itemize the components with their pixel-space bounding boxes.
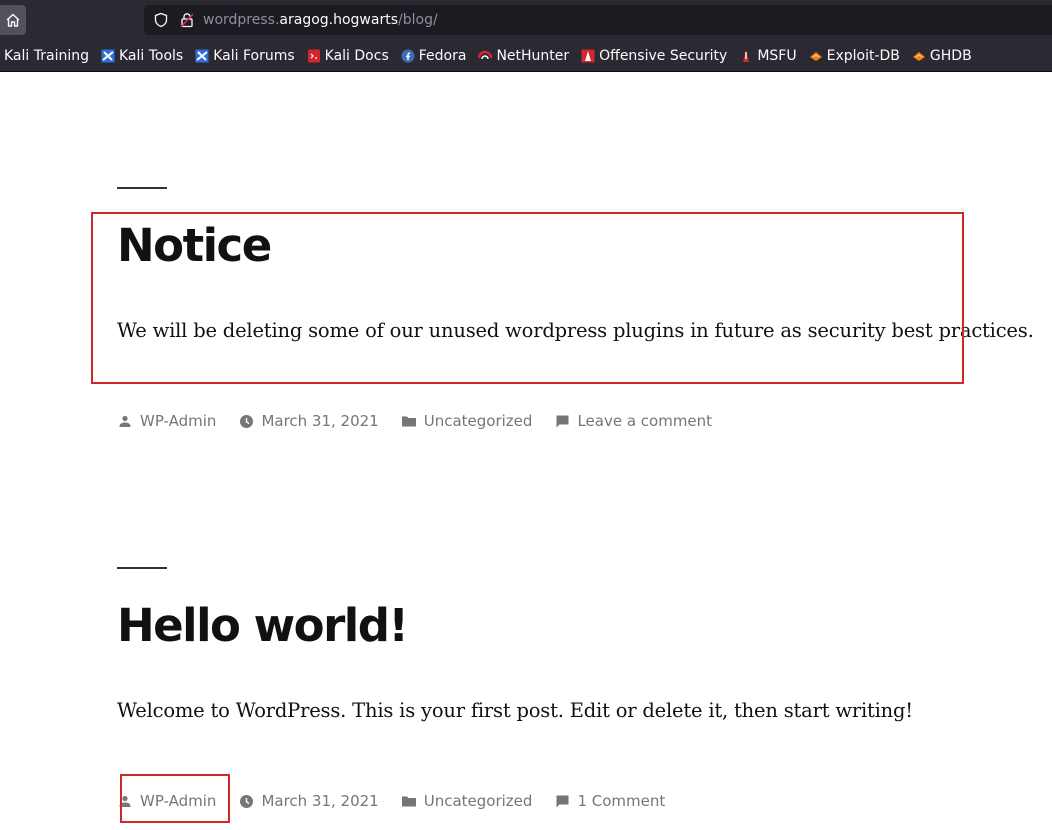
post-author: WP-Admin: [117, 412, 216, 430]
nethunter-icon: [478, 49, 493, 63]
bookmark-label: Kali Forums: [213, 48, 295, 64]
bookmarks-toolbar: Kali Training Kali Tools Kali Forums Kal…: [0, 41, 1052, 72]
post-separator: [117, 187, 167, 189]
post-author: WP-Admin: [117, 792, 216, 810]
insecure-lock-icon[interactable]: [179, 12, 195, 28]
bookmark-kali-training[interactable]: Kali Training: [4, 48, 89, 64]
bookmark-kali-tools[interactable]: Kali Tools: [101, 48, 183, 64]
comment-link[interactable]: 1 Comment: [577, 792, 665, 810]
post-separator: [117, 567, 167, 569]
comment-link[interactable]: Leave a comment: [577, 412, 712, 430]
person-icon: [117, 793, 133, 809]
url-prefix: wordpress.: [203, 12, 280, 28]
address-bar[interactable]: wordpress.aragog.hogwarts/blog/: [144, 5, 1052, 35]
post-title[interactable]: Hello world!: [117, 603, 977, 648]
folder-icon: [401, 413, 417, 429]
bookmark-label: Kali Tools: [118, 48, 184, 64]
post-date: March 31, 2021: [238, 792, 379, 810]
url-text[interactable]: wordpress.aragog.hogwarts/blog/: [203, 12, 438, 28]
shield-icon[interactable]: [153, 12, 169, 28]
bookmark-fedora[interactable]: Fedora: [401, 48, 467, 64]
bookmark-exploit-db[interactable]: Exploit-DB: [809, 48, 900, 64]
author-link[interactable]: WP-Admin: [140, 412, 216, 430]
category-link[interactable]: Uncategorized: [424, 412, 533, 430]
author-link[interactable]: WP-Admin: [140, 792, 216, 810]
offensive-security-icon: [581, 49, 595, 63]
date-link[interactable]: March 31, 2021: [261, 412, 378, 430]
post-notice: Notice We will be deleting some of our u…: [117, 187, 1034, 430]
clock-icon: [238, 793, 254, 809]
post-title[interactable]: Notice: [117, 223, 977, 268]
comment-icon: [554, 413, 570, 429]
bookmark-label: Kali Docs: [324, 48, 389, 64]
ghdb-icon: [912, 49, 926, 63]
category-link[interactable]: Uncategorized: [424, 792, 533, 810]
date-link[interactable]: March 31, 2021: [261, 792, 378, 810]
comment-icon: [554, 793, 570, 809]
clock-icon: [238, 413, 254, 429]
post-comments: 1 Comment: [554, 792, 665, 810]
bookmark-label: Exploit-DB: [826, 48, 900, 64]
bookmark-kali-docs[interactable]: Kali Docs: [307, 48, 389, 64]
bookmark-label: NetHunter: [496, 48, 570, 64]
post-category: Uncategorized: [401, 792, 533, 810]
fedora-icon: [401, 49, 415, 63]
bookmark-kali-forums[interactable]: Kali Forums: [195, 48, 295, 64]
bookmark-offensive-security[interactable]: Offensive Security: [581, 48, 727, 64]
post-meta: WP-Admin March 31, 2021 Uncategorized Le…: [117, 412, 977, 430]
bookmark-label: Kali Training: [4, 48, 89, 64]
exploit-db-icon: [809, 49, 823, 63]
kali-tools-icon: [101, 49, 115, 63]
home-icon[interactable]: [0, 5, 26, 35]
bookmark-nethunter[interactable]: NetHunter: [478, 48, 569, 64]
post-date: March 31, 2021: [238, 412, 379, 430]
kali-forums-icon: [195, 49, 209, 63]
post-content: We will be deleting some of our unused w…: [117, 319, 1034, 342]
post-meta: WP-Admin March 31, 2021 Uncategorized 1 …: [117, 792, 977, 810]
post-category: Uncategorized: [401, 412, 533, 430]
post-content: Welcome to WordPress. This is your first…: [117, 699, 913, 722]
browser-toolbar: wordpress.aragog.hogwarts/blog/: [0, 0, 1052, 41]
bookmark-label: Offensive Security: [599, 48, 728, 64]
bookmark-label: GHDB: [929, 48, 972, 64]
bookmark-label: Fedora: [418, 48, 467, 64]
bookmark-msfu[interactable]: MSFU: [739, 48, 797, 64]
person-icon: [117, 413, 133, 429]
folder-icon: [401, 793, 417, 809]
url-path: /blog/: [398, 12, 438, 28]
post-comments: Leave a comment: [554, 412, 712, 430]
url-host: aragog.hogwarts: [279, 12, 399, 28]
msfu-icon: [739, 49, 753, 63]
post-hello-world: Hello world! Welcome to WordPress. This …: [117, 567, 977, 810]
kali-docs-icon: [307, 49, 321, 63]
bookmark-label: MSFU: [757, 48, 797, 64]
bookmark-ghdb[interactable]: GHDB: [912, 48, 972, 64]
